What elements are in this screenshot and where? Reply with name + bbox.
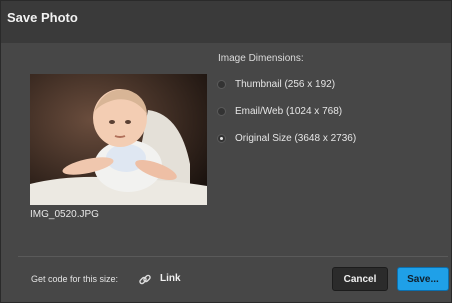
baby-photo-image (30, 74, 207, 205)
save-photo-dialog: Save Photo IMG_0520.JPG Image Dimensions… (0, 0, 452, 303)
link-button[interactable]: Link (160, 273, 181, 284)
save-button[interactable]: Save... (397, 267, 449, 291)
link-icon[interactable] (137, 272, 153, 288)
original-size-radio[interactable] (217, 133, 226, 143)
thumbnail-radio[interactable] (217, 79, 226, 89)
email-web-label[interactable]: Email/Web (1024 x 768) (235, 106, 342, 117)
option-original-size[interactable]: Original Size (3648 x 2736) (217, 131, 356, 145)
image-dimensions-label: Image Dimensions: (218, 53, 304, 64)
option-thumbnail[interactable]: Thumbnail (256 x 192) (217, 77, 335, 91)
footer-divider (18, 256, 448, 257)
email-web-radio[interactable] (217, 106, 226, 116)
photo-filename: IMG_0520.JPG (30, 209, 99, 220)
option-email-web[interactable]: Email/Web (1024 x 768) (217, 104, 342, 118)
photo-preview (30, 74, 207, 205)
dialog-title: Save Photo (7, 10, 78, 25)
thumbnail-label[interactable]: Thumbnail (256 x 192) (235, 79, 335, 90)
cancel-button[interactable]: Cancel (332, 267, 388, 291)
original-size-label[interactable]: Original Size (3648 x 2736) (235, 133, 356, 144)
get-code-label: Get code for this size: (31, 274, 119, 284)
dialog-titlebar: Save Photo (1, 1, 451, 43)
